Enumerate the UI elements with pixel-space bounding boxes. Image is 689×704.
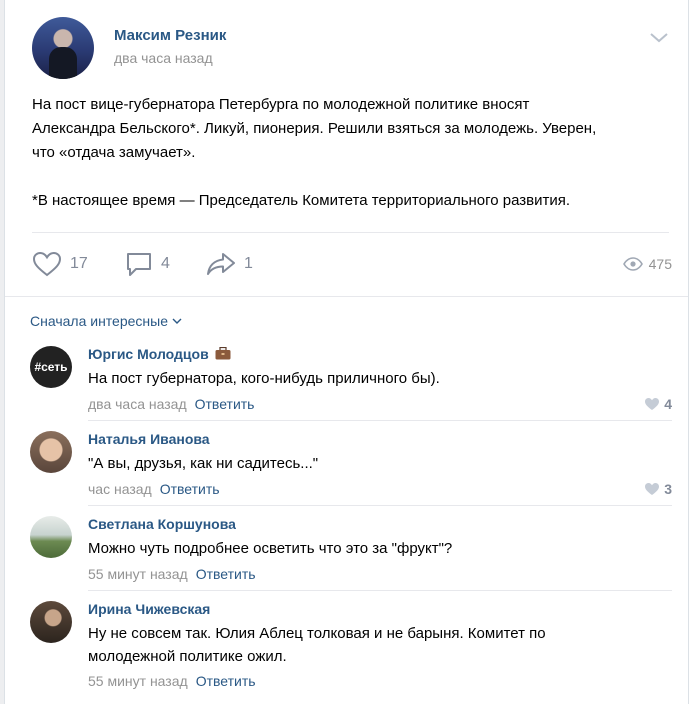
share-count: 1 — [244, 255, 253, 272]
commenter-name[interactable]: Светлана Коршунова — [88, 516, 236, 532]
comment-time[interactable]: два часа назад — [88, 396, 187, 412]
heart-icon — [645, 483, 660, 495]
commenter-name[interactable]: Наталья Иванова — [88, 431, 210, 447]
reply-button[interactable]: Ответить — [196, 566, 256, 582]
comment-item: Ирина Чижевская Ну не совсем так. Юлия А… — [30, 601, 672, 701]
heart-icon — [645, 398, 660, 410]
post-footnote: *В настоящее время — Председатель Комите… — [32, 192, 571, 209]
post-card: Максим Резник два часа назад На пост виц… — [4, 0, 689, 704]
post-time[interactable]: два часа назад — [114, 50, 213, 66]
chevron-down-icon[interactable] — [649, 31, 669, 45]
comment-meta: 55 минут назад Ответить — [88, 566, 256, 582]
commenter-avatar[interactable] — [30, 516, 72, 558]
post-text-line: На пост вице-губернатора Петербурга по м… — [32, 96, 530, 113]
views-count: 475 — [648, 256, 672, 272]
share-icon — [207, 253, 235, 275]
post-text-line: что «отдача замучает». — [32, 144, 196, 161]
briefcase-icon — [215, 346, 231, 360]
comment-meta: два часа назад Ответить — [88, 396, 254, 412]
comment-like-count: 3 — [664, 481, 672, 497]
comment-like-button[interactable]: 4 — [644, 396, 672, 412]
divider — [32, 232, 669, 233]
chevron-down-icon — [172, 318, 182, 324]
comment-time[interactable]: 55 минут назад — [88, 673, 188, 689]
divider — [88, 590, 672, 591]
comment-button[interactable]: 4 — [125, 250, 170, 278]
divider — [88, 505, 672, 506]
avatar-text: #сеть — [34, 360, 68, 374]
comment-time[interactable]: 55 минут назад — [88, 566, 188, 582]
comment-like-count: 4 — [664, 396, 672, 412]
post-actions: 17 4 1 475 — [32, 250, 672, 280]
comment-item: Светлана Коршунова Можно чуть подробнее … — [30, 516, 672, 591]
sort-dropdown[interactable]: Сначала интересные — [30, 313, 182, 329]
reply-button[interactable]: Ответить — [160, 481, 220, 497]
commenter-avatar[interactable] — [30, 601, 72, 643]
sort-label: Сначала интересные — [30, 313, 168, 329]
divider — [88, 420, 672, 421]
like-button[interactable]: 17 — [32, 250, 88, 278]
section-divider — [5, 296, 688, 297]
comment-meta: час назад Ответить — [88, 481, 220, 497]
comment-icon — [127, 253, 151, 276]
comment-text: "А вы, друзья, как ни садитесь..." — [88, 455, 319, 472]
comment-item: #сеть Юргис Молодцов На пост губернатора… — [30, 346, 672, 421]
comment-like-button[interactable]: 3 — [644, 481, 672, 497]
comment-item: Наталья Иванова "А вы, друзья, как ни са… — [30, 431, 672, 506]
eye-icon — [622, 257, 643, 271]
heart-icon — [32, 251, 62, 277]
commenter-avatar[interactable]: #сеть — [30, 346, 72, 388]
commenter-name[interactable]: Юргис Молодцов — [88, 346, 231, 362]
author-avatar[interactable] — [32, 17, 94, 79]
post-header: Максим Резник два часа назад — [32, 17, 672, 79]
commenter-avatar[interactable] — [30, 431, 72, 473]
reply-button[interactable]: Ответить — [195, 396, 255, 412]
post-text-line: Александра Бельского*. Ликуй, пионерия. … — [32, 120, 597, 137]
commenter-name[interactable]: Ирина Чижевская — [88, 601, 210, 617]
reply-button[interactable]: Ответить — [196, 673, 256, 689]
post-text: На пост вице-губернатора Петербурга по м… — [32, 93, 662, 213]
comment-time[interactable]: час назад — [88, 481, 152, 497]
like-count: 17 — [70, 255, 88, 272]
comment-meta: 55 минут назад Ответить — [88, 673, 256, 689]
comment-text: Ну не совсем так. Юлия Аблец толковая и … — [88, 625, 546, 665]
comment-text: На пост губернатора, кого-нибудь приличн… — [88, 370, 440, 387]
views-counter: 475 — [622, 250, 672, 278]
post-author[interactable]: Максим Резник — [114, 27, 226, 44]
share-button[interactable]: 1 — [206, 250, 253, 278]
comment-text: Можно чуть подробнее осветить что это за… — [88, 540, 453, 557]
comment-count: 4 — [161, 255, 170, 272]
